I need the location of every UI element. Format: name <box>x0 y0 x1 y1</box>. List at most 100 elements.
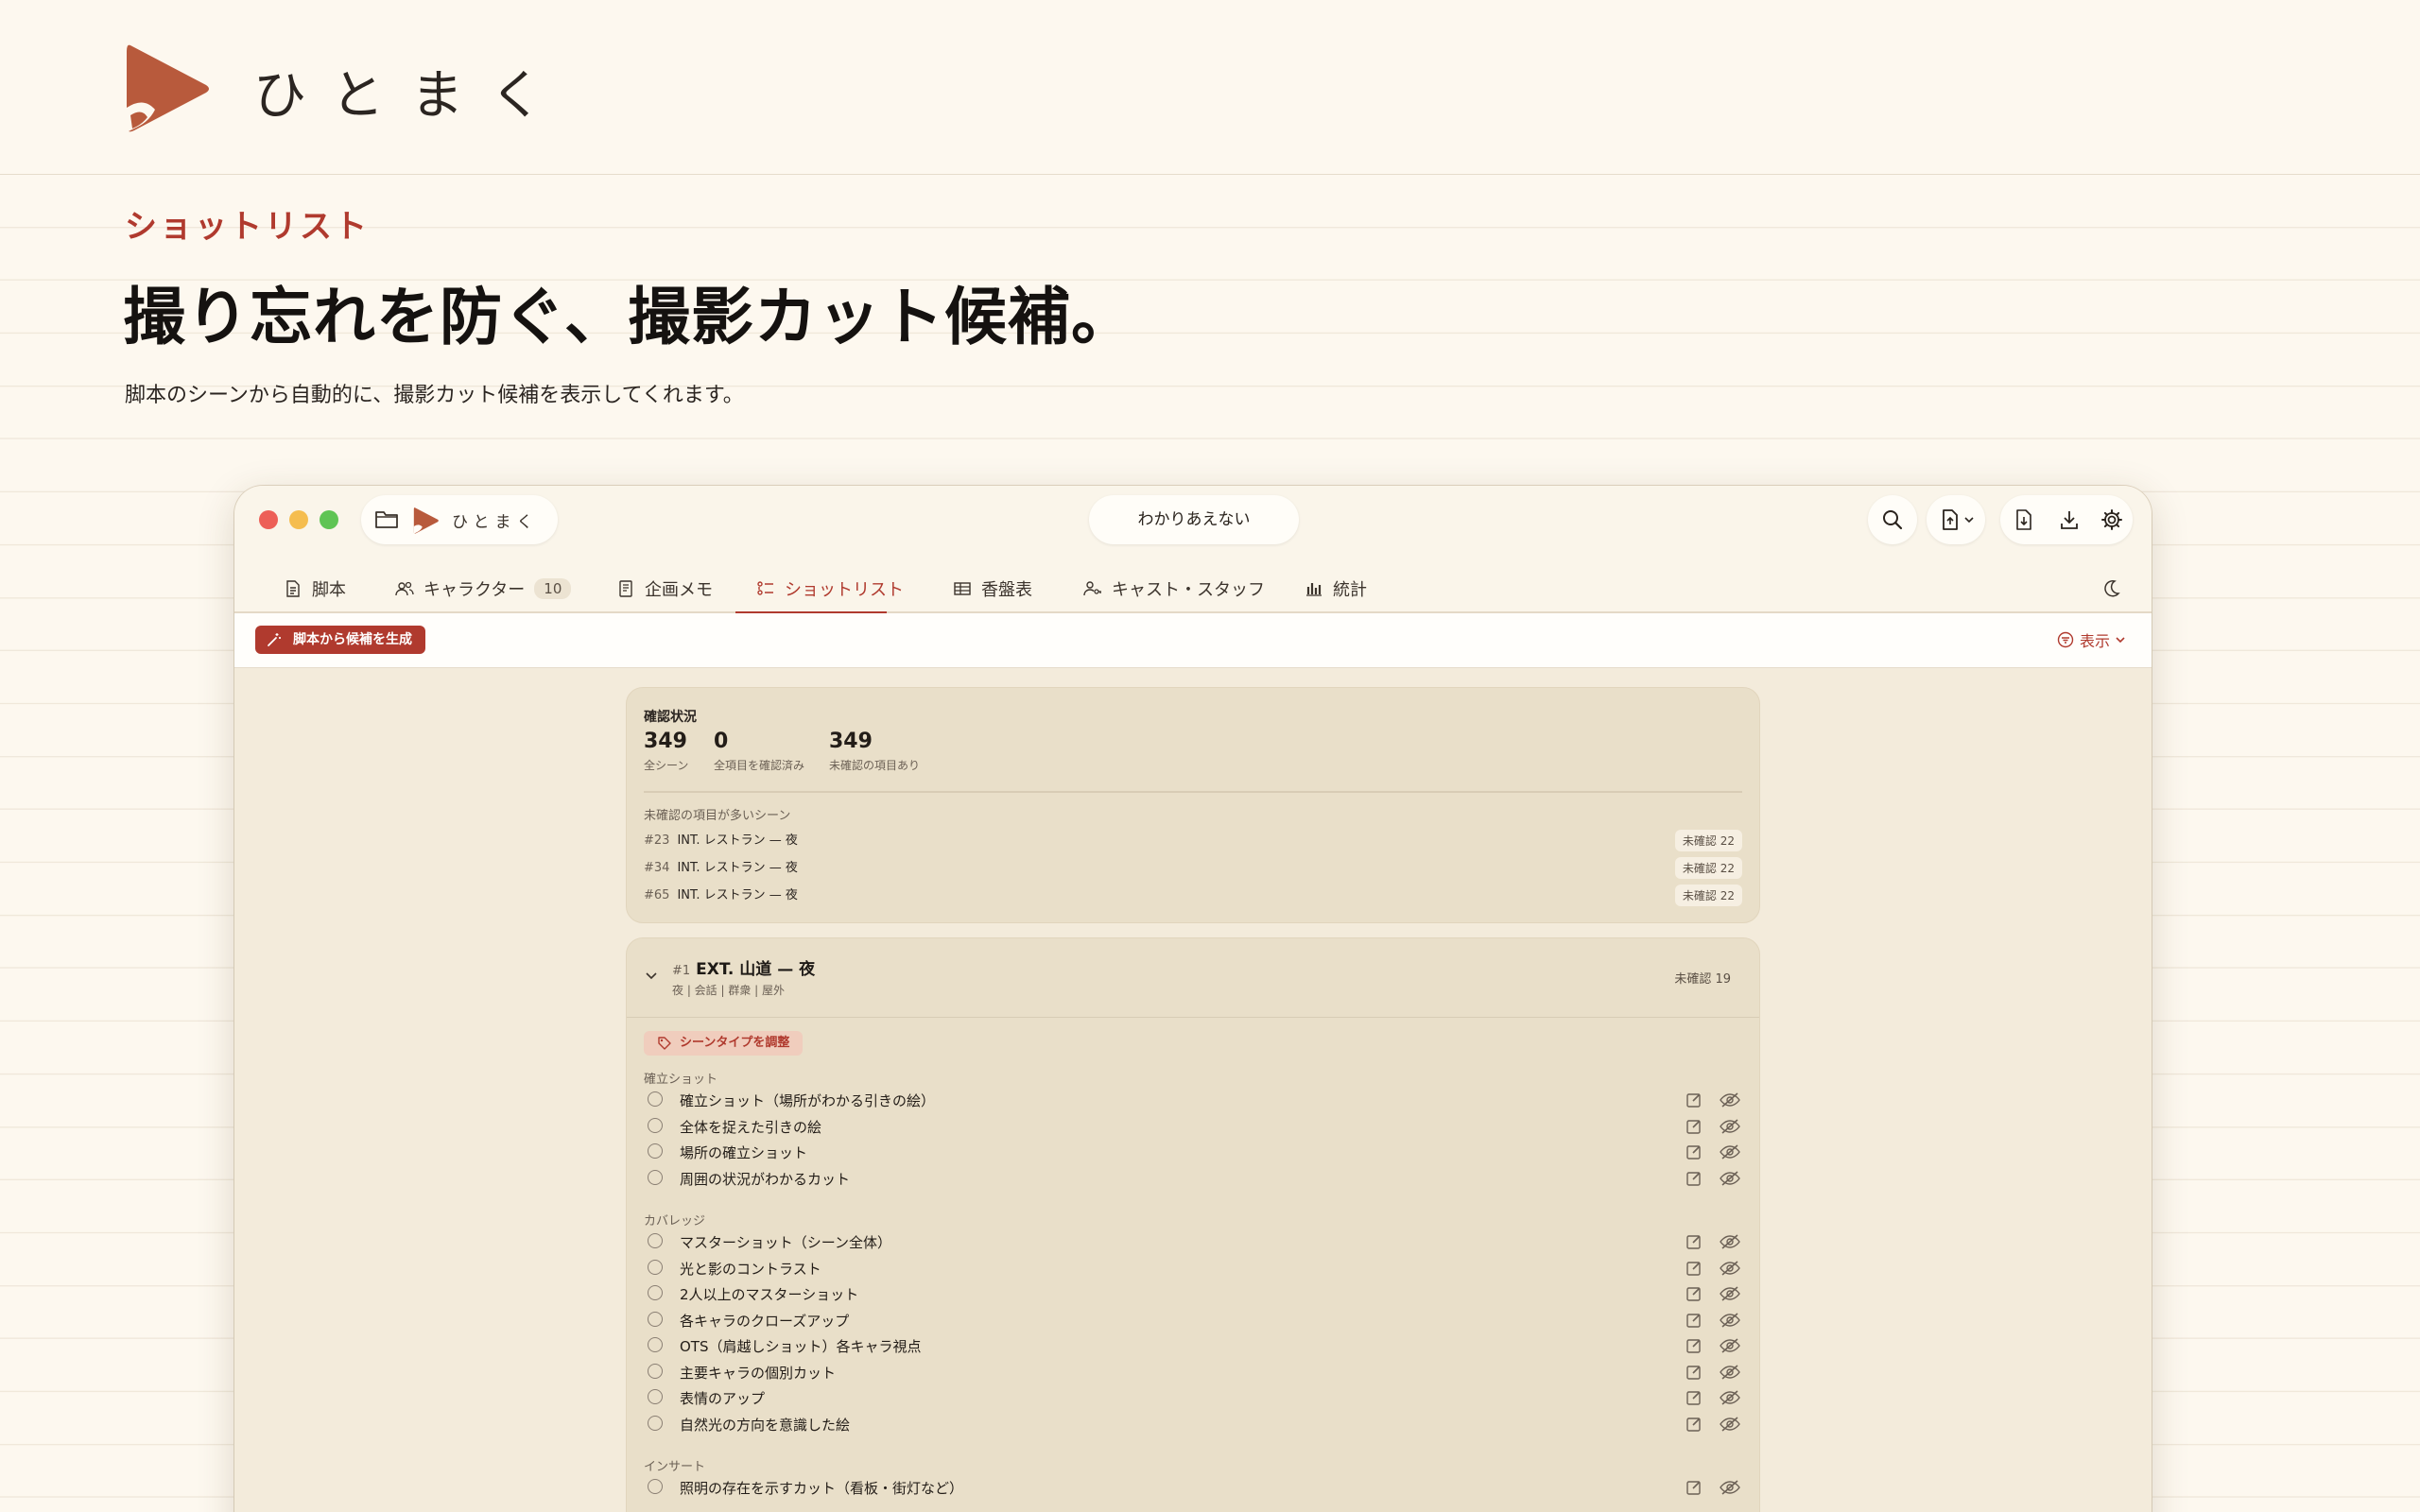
stat-value: 0 <box>714 730 729 753</box>
hide-icon[interactable] <box>1720 1479 1740 1496</box>
shot-item: 周囲の状況がわかるカット <box>644 1166 1742 1191</box>
shot-checkbox[interactable] <box>648 1285 663 1300</box>
tab-label: 脚本 <box>312 579 346 600</box>
shot-item: マスターショット（シーン全体） <box>644 1229 1742 1254</box>
edit-icon[interactable] <box>1685 1170 1703 1187</box>
hide-icon[interactable] <box>1720 1285 1740 1302</box>
tab-planning-memo[interactable]: 企画メモ <box>616 563 713 613</box>
zoom-window-button[interactable] <box>320 510 338 529</box>
shot-checkbox[interactable] <box>648 1337 663 1352</box>
document-icon <box>286 579 300 597</box>
close-window-button[interactable] <box>259 510 278 529</box>
scene-number: #23 <box>644 833 670 848</box>
hide-icon[interactable] <box>1720 1143 1740 1160</box>
edit-icon[interactable] <box>1685 1233 1703 1250</box>
hide-icon[interactable] <box>1720 1364 1740 1381</box>
export-menu-button[interactable] <box>1927 495 1985 544</box>
edit-icon[interactable] <box>1685 1118 1703 1135</box>
edit-icon[interactable] <box>1685 1364 1703 1381</box>
view-options-button[interactable]: 表示 <box>2057 628 2125 651</box>
shot-checkbox[interactable] <box>648 1415 663 1431</box>
hide-icon[interactable] <box>1720 1091 1740 1108</box>
summary-title: 確認状況 <box>644 710 697 725</box>
stat-label: 全項目を確認済み <box>714 759 805 772</box>
project-switcher[interactable]: ひとまく <box>361 495 558 544</box>
tab-characters[interactable]: キャラクター 10 <box>395 563 572 613</box>
edit-icon[interactable] <box>1685 1312 1703 1329</box>
shot-item-label: 自然光の方向を意識した絵 <box>680 1416 851 1434</box>
hide-icon[interactable] <box>1720 1260 1740 1277</box>
tab-label: 統計 <box>1333 579 1367 600</box>
edit-icon[interactable] <box>1685 1389 1703 1406</box>
shot-checkbox[interactable] <box>648 1479 663 1494</box>
stat-all-confirmed: 0 全項目を確認済み <box>714 730 804 773</box>
tab-shot-list[interactable]: ショットリスト <box>756 563 904 613</box>
hide-icon[interactable] <box>1720 1416 1740 1433</box>
shot-list-toolbar: 脚本から候補を生成 表示 <box>234 613 2152 668</box>
shot-item-label: 光と影のコントラスト <box>680 1260 821 1278</box>
edit-icon[interactable] <box>1685 1479 1703 1496</box>
tab-schedule-table[interactable]: 香盤表 <box>953 563 1032 613</box>
download-icon[interactable] <box>2059 508 2080 531</box>
hide-icon[interactable] <box>1720 1170 1740 1187</box>
document-title[interactable]: わかりあえない <box>1089 495 1299 544</box>
page-headline: 撮り忘れを防ぐ、撮影カット候補。 <box>123 281 1135 353</box>
edit-icon[interactable] <box>1685 1143 1703 1160</box>
confirmation-summary-card: 確認状況 349 全シーン 0 全項目を確認済み 349 未確認の項目あり 未確… <box>626 687 1760 923</box>
shot-checkbox[interactable] <box>648 1259 663 1275</box>
project-name: ひとまく <box>452 513 539 532</box>
filter-icon <box>2057 631 2074 648</box>
section-kicker: ショットリスト <box>125 208 370 246</box>
import-file-icon[interactable] <box>2014 508 2034 531</box>
shot-checkbox[interactable] <box>648 1363 663 1379</box>
bar-chart-icon <box>1306 582 1322 596</box>
search-button[interactable] <box>1868 495 1917 544</box>
shot-checkbox[interactable] <box>648 1311 663 1327</box>
tab-statistics[interactable]: 統計 <box>1305 563 1367 613</box>
stat-value: 349 <box>644 730 687 753</box>
hide-icon[interactable] <box>1720 1233 1740 1250</box>
generate-label: 脚本から候補を生成 <box>293 632 412 647</box>
generate-from-script-button[interactable]: 脚本から候補を生成 <box>255 626 425 654</box>
search-icon <box>1883 510 1903 530</box>
shot-group-label: インサート <box>644 1460 706 1474</box>
shot-checkbox[interactable] <box>648 1389 663 1404</box>
edit-icon[interactable] <box>1685 1337 1703 1354</box>
shot-checkbox[interactable] <box>648 1169 663 1185</box>
character-count-badge: 10 <box>534 577 572 599</box>
unconfirmed-chip: 未確認 22 <box>1674 830 1742 851</box>
scene-name: INT. レストラン — 夜 <box>677 861 798 875</box>
scene-header[interactable]: #1 EXT. 山道 — 夜 夜 | 会話 | 群衆 | 屋外 未確認 19 <box>627 938 1759 1018</box>
logo-icon <box>413 507 439 534</box>
stat-label: 全シーン <box>644 759 689 772</box>
shot-checkbox[interactable] <box>648 1233 663 1248</box>
tab-cast-staff[interactable]: キャスト・スタッフ <box>1083 563 1265 613</box>
tab-label: 香盤表 <box>981 579 1032 600</box>
shot-checkbox[interactable] <box>648 1143 663 1159</box>
shot-item: 照明の存在を示すカット（看板・街灯など） <box>644 1475 1742 1500</box>
hide-icon[interactable] <box>1720 1118 1740 1135</box>
chevron-down-icon[interactable] <box>644 969 659 984</box>
edit-icon[interactable] <box>1685 1285 1703 1302</box>
shot-checkbox[interactable] <box>648 1091 663 1107</box>
unconfirmed-scene-row[interactable]: #65 INT. レストラン — 夜 未確認 22 <box>644 885 1742 907</box>
tab-label: 企画メモ <box>645 579 713 600</box>
tab-script[interactable]: 脚本 <box>284 563 346 613</box>
summary-subheading: 未確認の項目が多いシーン <box>644 809 791 823</box>
tab-label: キャラクター <box>424 579 526 600</box>
edit-icon[interactable] <box>1685 1091 1703 1108</box>
edit-icon[interactable] <box>1685 1260 1703 1277</box>
unconfirmed-scene-row[interactable]: #23 INT. レストラン — 夜 未確認 22 <box>644 830 1742 852</box>
gear-icon[interactable] <box>2100 508 2123 531</box>
moon-icon[interactable] <box>2100 578 2121 599</box>
minimize-window-button[interactable] <box>289 510 308 529</box>
edit-icon[interactable] <box>1685 1416 1703 1433</box>
unconfirmed-chip: 未確認 22 <box>1674 885 1742 906</box>
shot-item: OTS（肩越しショット）各キャラ視点 <box>644 1333 1742 1358</box>
adjust-scene-type-button[interactable]: シーンタイプを調整 <box>644 1031 804 1056</box>
hide-icon[interactable] <box>1720 1337 1740 1354</box>
shot-checkbox[interactable] <box>648 1117 663 1133</box>
hide-icon[interactable] <box>1720 1312 1740 1329</box>
hide-icon[interactable] <box>1720 1389 1740 1406</box>
unconfirmed-scene-row[interactable]: #34 INT. レストラン — 夜 未確認 22 <box>644 857 1742 880</box>
